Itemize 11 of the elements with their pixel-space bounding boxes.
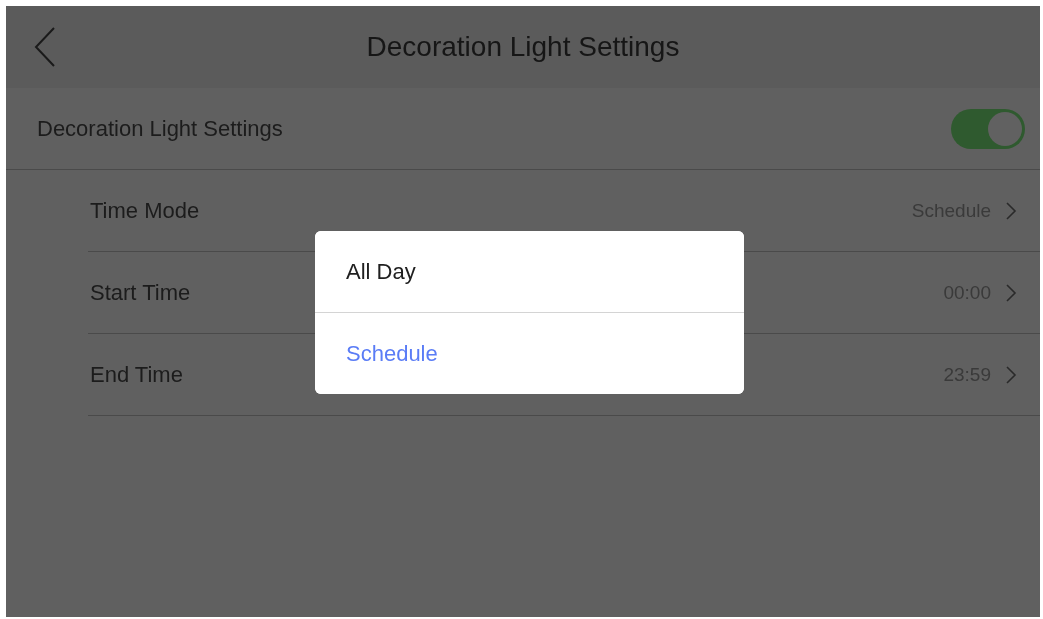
setting-label: End Time <box>90 361 184 388</box>
back-icon[interactable] <box>32 26 58 68</box>
chevron-right-icon <box>1005 282 1017 303</box>
setting-label: Time Mode <box>90 197 201 224</box>
setting-label: Decoration Light Settings <box>37 115 284 142</box>
setting-label: Start Time <box>90 279 192 306</box>
page-title: Decoration Light Settings <box>366 31 680 63</box>
dialog-option[interactable]: Schedule <box>315 312 744 394</box>
chevron-right-icon <box>1005 364 1017 385</box>
toggle-switch[interactable] <box>951 108 1025 149</box>
chevron-right-icon <box>1005 200 1017 221</box>
